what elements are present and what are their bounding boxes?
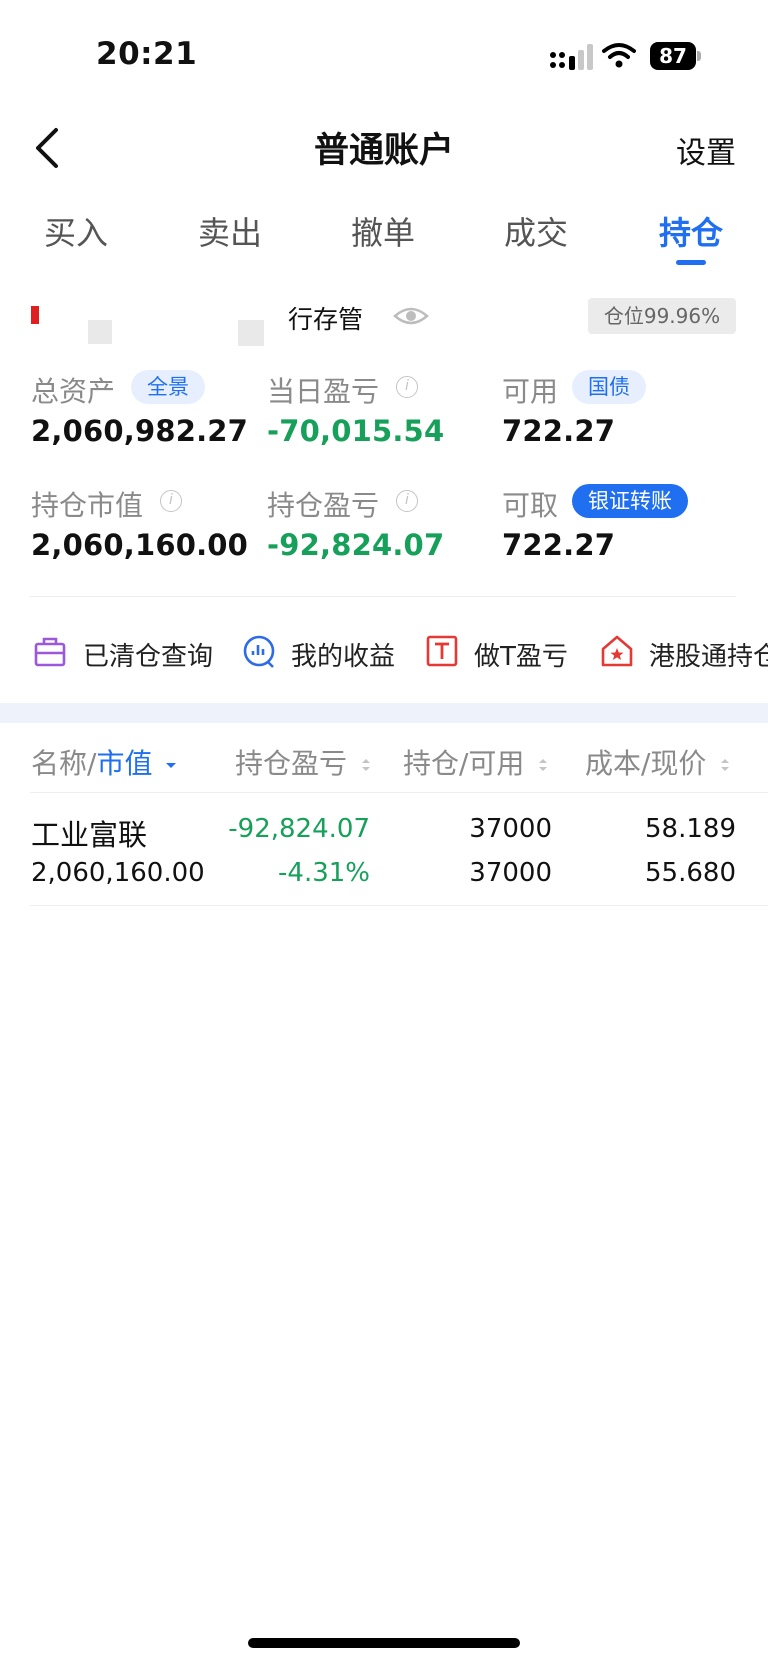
column-header-pnl[interactable]: 持仓盈亏	[235, 742, 372, 782]
tab-holdings[interactable]: 持仓	[631, 208, 751, 254]
hk-connect-holdings-button[interactable]: 港股通持仓	[649, 636, 768, 673]
stock-cost-price: 58.189	[645, 814, 736, 844]
available-label: 可用	[502, 375, 559, 408]
tab-cancel-order[interactable]: 撤单	[323, 208, 443, 254]
table-row[interactable]: 工业富联 2,060,160.00 -92,824.07 -4.31% 3700…	[0, 793, 768, 905]
column-header-market-value: 市值	[96, 747, 153, 780]
divider	[30, 596, 736, 597]
column-header-holding[interactable]: 持仓/可用	[403, 742, 549, 782]
info-icon[interactable]: i	[160, 490, 182, 512]
stock-pnl-percent: -4.31%	[278, 858, 370, 888]
stock-available-qty: 37000	[469, 858, 552, 888]
bank-transfer-button[interactable]: 银证转账	[572, 484, 688, 518]
total-assets-label: 总资产	[31, 375, 116, 408]
column-header-holding-label: 持仓/可用	[403, 747, 525, 780]
column-header-name-label: 名称/	[31, 747, 97, 780]
tab-buy[interactable]: 买入	[16, 208, 136, 254]
stock-market-value: 2,060,160.00	[31, 858, 205, 888]
section-separator	[0, 703, 768, 723]
column-header-name[interactable]: 名称/市值	[31, 742, 177, 782]
page-title: 普通账户	[313, 131, 454, 171]
active-tab-indicator	[676, 260, 706, 265]
my-earnings-button[interactable]: 我的收益	[291, 636, 395, 673]
withdrawable-label: 可取	[502, 489, 559, 522]
cleared-positions-button[interactable]: 已清仓查询	[83, 636, 213, 673]
cellular-signal-icon	[550, 44, 593, 70]
panorama-button[interactable]: 全景	[131, 370, 205, 404]
stock-current-price: 55.680	[645, 858, 736, 888]
daily-pnl-label: 当日盈亏	[267, 375, 380, 408]
hk-home-icon	[601, 635, 633, 667]
battery-icon: 87	[650, 42, 701, 72]
market-value-label: 持仓市值	[31, 489, 144, 522]
battery-level: 87	[650, 42, 696, 70]
stock-name: 工业富联	[31, 818, 148, 852]
bank-custody-label: 行存管	[288, 305, 364, 334]
column-header-pnl-label: 持仓盈亏	[235, 747, 348, 780]
briefcase-icon	[34, 637, 66, 667]
sort-icon	[721, 759, 730, 771]
wifi-icon	[602, 43, 636, 68]
info-icon[interactable]: i	[396, 376, 418, 398]
column-header-cost-label: 成本/现价	[585, 747, 707, 780]
stock-pnl: -92,824.07	[228, 814, 370, 844]
status-time: 20:21	[96, 36, 198, 72]
chart-circle-icon	[243, 635, 275, 668]
bank-logo	[31, 306, 39, 324]
market-value-value: 2,060,160.00	[31, 528, 249, 562]
home-indicator	[248, 1638, 520, 1648]
total-assets-value: 2,060,982.27	[31, 414, 249, 448]
withdrawable-value: 722.27	[502, 528, 616, 562]
holding-pnl-value: -92,824.07	[267, 528, 445, 562]
divider	[30, 905, 768, 906]
settings-button[interactable]: 设置	[676, 128, 736, 172]
sort-icon	[539, 759, 548, 771]
position-ratio-badge: 仓位99.96%	[588, 298, 736, 334]
available-value: 722.27	[502, 414, 616, 448]
eye-icon[interactable]	[393, 302, 429, 330]
daily-pnl-value: -70,015.54	[267, 414, 445, 448]
sort-desc-icon	[166, 763, 177, 768]
redacted-block	[88, 320, 112, 344]
holding-pnl-label: 持仓盈亏	[267, 489, 380, 522]
t-box-icon	[426, 635, 458, 667]
treasury-bond-button[interactable]: 国债	[572, 370, 646, 404]
trade-tabs: 买入 卖出 撤单 成交 持仓	[0, 208, 768, 268]
tab-sell[interactable]: 卖出	[170, 208, 290, 254]
stock-holding-qty: 37000	[469, 814, 552, 844]
column-header-cost[interactable]: 成本/现价	[585, 742, 731, 782]
t-trade-pnl-button[interactable]: 做T盈亏	[474, 636, 568, 673]
sort-icon	[361, 759, 370, 771]
redacted-block	[238, 320, 264, 346]
info-icon[interactable]: i	[396, 490, 418, 512]
tab-deals[interactable]: 成交	[476, 208, 596, 254]
